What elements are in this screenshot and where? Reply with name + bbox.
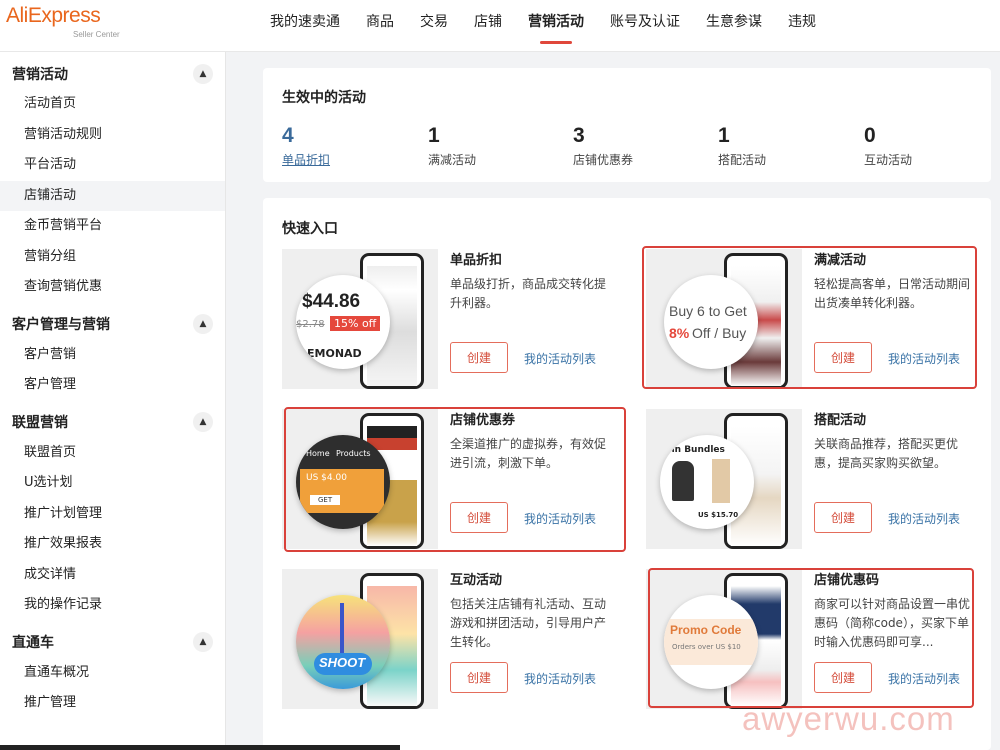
aliexpress-logo[interactable]: AliExpress Seller Center [6, 4, 124, 44]
nav-products[interactable]: 商品 [366, 0, 394, 52]
create-button[interactable]: 创建 [450, 342, 508, 373]
sidebar-group-ads[interactable]: 直通车 ▲ [0, 627, 225, 658]
sidebar-item-ads-management[interactable]: 推广管理 [0, 688, 225, 719]
stat-label[interactable]: 单品折扣 [282, 151, 402, 168]
stat-interactive: 0 互动活动 [864, 124, 984, 168]
chevron-up-icon[interactable]: ▲ [193, 412, 213, 432]
sidebar-item-operation-log[interactable]: 我的操作记录 [0, 590, 225, 621]
top-bar: AliExpress Seller Center 我的速卖通 商品 交易 店铺 … [0, 0, 1000, 52]
chevron-up-icon[interactable]: ▲ [193, 64, 213, 84]
card-thumbnail: SHOOT [282, 569, 438, 709]
my-activity-list-link[interactable]: 我的活动列表 [888, 510, 960, 527]
brand-subtitle: Seller Center [73, 30, 120, 39]
panel-title: 生效中的活动 [282, 87, 366, 107]
sidebar-item-activity-home[interactable]: 活动首页 [0, 89, 225, 120]
stat-label: 店铺优惠券 [573, 151, 693, 168]
highlight-box-promo-code [648, 568, 974, 708]
card-single-discount: $44.86 $2.78 15% off LEMONAD 单品折扣 单品级打折，… [282, 249, 627, 389]
panel-title: 快速入口 [282, 218, 338, 238]
stat-label: 搭配活动 [718, 151, 838, 168]
watermark: awyerwu.com [742, 700, 955, 738]
card-description: 包括关注店铺有礼活动、互动游戏和拼团活动，引导用户产生转化。 [450, 595, 610, 652]
stat-value: 4 [282, 124, 402, 148]
card-description: 关联商品推荐，搭配买更优惠，提高买家购买欲望。 [814, 435, 974, 473]
card-title: 单品折扣 [450, 249, 502, 268]
sidebar-item-groups[interactable]: 营销分组 [0, 242, 225, 273]
sidebar-item-ads-overview[interactable]: 直通车概况 [0, 658, 225, 689]
highlight-box-full-reduction [642, 246, 977, 389]
nav-marketing[interactable]: 营销活动 [528, 0, 584, 52]
chevron-up-icon[interactable]: ▲ [193, 314, 213, 334]
sidebar-item-affiliate-home[interactable]: 联盟首页 [0, 438, 225, 469]
stat-full-reduction: 1 满减活动 [428, 124, 548, 168]
sidebar-item-coins[interactable]: 金币营销平台 [0, 211, 225, 242]
sidebar-item-u-select[interactable]: U选计划 [0, 468, 225, 499]
nav-orders[interactable]: 交易 [420, 0, 448, 52]
sidebar-group-marketing[interactable]: 营销活动 ▲ [0, 58, 225, 89]
sidebar-group-affiliate[interactable]: 联盟营销 ▲ [0, 407, 225, 438]
sidebar-item-customer-marketing[interactable]: 客户营销 [0, 340, 225, 371]
thumb-game-label: SHOOT [319, 655, 365, 670]
nav-store[interactable]: 店铺 [474, 0, 502, 52]
thumb-bundle-price: US $15.70 [698, 511, 738, 519]
brand-name: AliExpress [6, 4, 100, 27]
sidebar-item-platform-activity[interactable]: 平台活动 [0, 150, 225, 181]
sidebar-item-query-discounts[interactable]: 查询营销优惠 [0, 272, 225, 303]
active-activities-panel: 生效中的活动 4 单品折扣 1 满减活动 3 店铺优惠券 1 搭配活动 0 互动… [263, 68, 991, 182]
thumb-product-name: LEMONAD [300, 347, 362, 360]
sidebar-group-title: 客户管理与营销 [12, 314, 110, 334]
my-activity-list-link[interactable]: 我的活动列表 [524, 350, 596, 367]
sidebar-item-plan-management[interactable]: 推广计划管理 [0, 499, 225, 530]
nav-account[interactable]: 账号及认证 [610, 0, 680, 52]
sidebar-item-transaction-details[interactable]: 成交详情 [0, 560, 225, 591]
card-title: 互动活动 [450, 569, 502, 588]
bottom-edge-bar [0, 745, 400, 750]
nav-my-store[interactable]: 我的速卖通 [270, 0, 340, 52]
top-nav: 我的速卖通 商品 交易 店铺 营销活动 账号及认证 生意参谋 违规 [270, 0, 842, 52]
card-description: 单品级打折，商品成交转化提升利器。 [450, 275, 610, 313]
stat-bundle: 1 搭配活动 [718, 124, 838, 168]
sidebar-group-title: 营销活动 [12, 64, 68, 84]
highlight-box-store-coupon [284, 407, 626, 552]
sidebar-group-title: 联盟营销 [12, 412, 68, 432]
stat-value: 0 [864, 124, 984, 148]
stat-value: 3 [573, 124, 693, 148]
stat-single-discount[interactable]: 4 单品折扣 [282, 124, 402, 168]
card-thumbnail: $44.86 $2.78 15% off LEMONAD [282, 249, 438, 389]
sidebar-item-rules[interactable]: 营销活动规则 [0, 120, 225, 151]
thumb-discount-badge: 15% off [330, 316, 380, 331]
stat-value: 1 [718, 124, 838, 148]
stat-label: 互动活动 [864, 151, 984, 168]
card-interactive: SHOOT 互动活动 包括关注店铺有礼活动、互动游戏和拼团活动，引导用户产生转化… [282, 569, 627, 709]
nav-violations[interactable]: 违规 [788, 0, 816, 52]
stat-value: 1 [428, 124, 548, 148]
thumb-old-price: $2.78 [296, 319, 325, 330]
create-button[interactable]: 创建 [450, 662, 508, 693]
stat-label: 满减活动 [428, 151, 548, 168]
sidebar: 营销活动 ▲ 活动首页 营销活动规则 平台活动 店铺活动 金币营销平台 营销分组… [0, 52, 226, 750]
nav-business-advisor[interactable]: 生意参谋 [706, 0, 762, 52]
my-activity-list-link[interactable]: 我的活动列表 [524, 670, 596, 687]
sidebar-group-title: 直通车 [12, 632, 54, 652]
sidebar-item-effect-report[interactable]: 推广效果报表 [0, 529, 225, 560]
sidebar-group-customers[interactable]: 客户管理与营销 ▲ [0, 309, 225, 340]
card-title: 搭配活动 [814, 409, 866, 428]
card-bundle: p in Bundles US $15.70 搭配活动 关联商品推荐，搭配买更优… [646, 409, 991, 549]
create-button[interactable]: 创建 [814, 502, 872, 533]
card-thumbnail: p in Bundles US $15.70 [646, 409, 802, 549]
stat-store-coupon: 3 店铺优惠券 [573, 124, 693, 168]
sidebar-item-store-activity[interactable]: 店铺活动 [0, 181, 225, 212]
thumb-price: $44.86 [302, 291, 360, 313]
chevron-up-icon[interactable]: ▲ [193, 632, 213, 652]
thumb-bundle-title: p in Bundles [662, 445, 725, 455]
sidebar-item-customer-management[interactable]: 客户管理 [0, 370, 225, 401]
